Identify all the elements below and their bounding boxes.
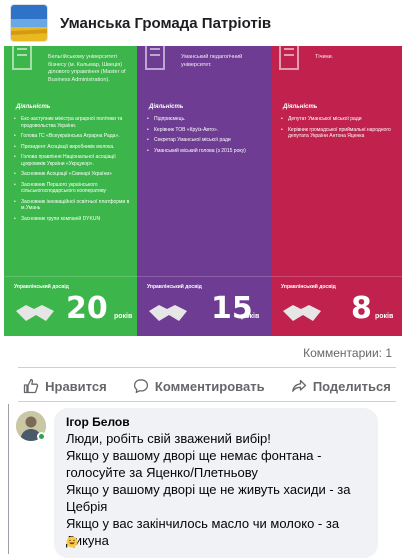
experience-block: Управлінський досвід 15 років bbox=[137, 276, 271, 336]
activity-item: Голова правління Національної асоціації … bbox=[14, 154, 131, 167]
activities-list: Депутат Уманської міської ради Керівник … bbox=[281, 116, 396, 144]
comment: Ігор Белов Люди, робіть свій зважений ви… bbox=[8, 404, 408, 558]
handshake-icon bbox=[283, 305, 321, 321]
handshake-icon bbox=[16, 305, 54, 321]
share-icon bbox=[291, 379, 306, 392]
post-actions-bar: Нравится Комментировать Поделиться bbox=[0, 372, 414, 400]
education-text: Тічини. bbox=[315, 54, 334, 60]
experience-years: 15 bbox=[211, 291, 253, 326]
laughing-emoji-icon bbox=[66, 536, 78, 548]
activities-list: Підприємець. Керівник ТОВ «Круїз-Авто». … bbox=[147, 116, 265, 158]
comments-count-link[interactable]: Комментарии: 1 bbox=[303, 346, 392, 360]
experience-block: Управлінський досвід 20 років bbox=[4, 276, 137, 336]
comment-icon bbox=[133, 379, 148, 394]
share-label: Поделиться bbox=[312, 378, 391, 394]
comment-label: Комментировать bbox=[154, 378, 265, 394]
experience-years: 8 bbox=[351, 291, 372, 326]
activity-item: Уманський міський голова (з 2015 року) bbox=[147, 148, 265, 155]
activity-item: Підприємець. bbox=[147, 116, 265, 123]
activity-item: Голова ГС «Всеукраїнська Аграрна Рада». bbox=[14, 133, 131, 140]
activity-item: Засновник інноваційної освітньої платфор… bbox=[14, 199, 131, 212]
share-button[interactable]: Поделиться bbox=[291, 378, 391, 394]
document-icon bbox=[279, 46, 299, 70]
activity-item: Секретар Уманської міської ради bbox=[147, 137, 265, 144]
candidate-column-1: Бельгійському університеті бізнесу (м. К… bbox=[4, 46, 137, 336]
activities-list: Екс-заступник міністра аграрної політики… bbox=[14, 116, 131, 226]
column-top: Тічини. bbox=[271, 46, 402, 92]
years-label: років bbox=[241, 313, 260, 320]
experience-label: Управлінський досвід bbox=[147, 284, 202, 290]
divider bbox=[18, 367, 396, 368]
like-button[interactable]: Нравится bbox=[23, 378, 107, 394]
handshake-icon bbox=[149, 305, 187, 321]
activity-item: Президент Асоціації виробників молока. bbox=[14, 144, 131, 151]
comment-author[interactable]: Ігор Белов bbox=[66, 414, 366, 430]
section-title: Діяльність bbox=[16, 104, 51, 110]
years-label: років bbox=[114, 313, 133, 320]
comment-text-line: Якщо у вашому дворі ще не живуть хасиди … bbox=[66, 482, 351, 514]
section-title: Діяльність bbox=[149, 104, 184, 110]
candidate-column-3: Тічини. Діяльність Депутат Уманської міс… bbox=[271, 46, 402, 336]
comment-button[interactable]: Комментировать bbox=[133, 378, 265, 394]
education-text: Бельгійському університеті бізнесу (м. К… bbox=[48, 54, 126, 83]
comment-text-line: Люди, робіть свій зважений вибір! bbox=[66, 431, 271, 446]
candidate-column-2: Уманський педагогічний університет. Діял… bbox=[137, 46, 271, 336]
activity-item: Екс-заступник міністра аграрної політики… bbox=[14, 116, 131, 129]
page-name[interactable]: Уманська Громада Патріотів bbox=[60, 15, 271, 32]
thread-line bbox=[8, 404, 9, 554]
education-text: Уманський педагогічний університет. bbox=[181, 54, 243, 68]
column-top: Уманський педагогічний університет. bbox=[137, 46, 271, 92]
activity-item: Керівник ТОВ «Круїз-Авто». bbox=[147, 127, 265, 134]
activity-item: Засновник групи компаній DYKUN bbox=[14, 216, 131, 223]
experience-years: 20 bbox=[66, 291, 108, 326]
divider bbox=[18, 401, 396, 402]
experience-label: Управлінський досвід bbox=[14, 284, 69, 290]
comment-bubble: Ігор Белов Люди, робіть свій зважений ви… bbox=[54, 408, 378, 558]
activity-item: Засновник Першого українського сільськог… bbox=[14, 182, 131, 195]
like-label: Нравится bbox=[45, 378, 107, 394]
section-title: Діяльність bbox=[283, 104, 318, 110]
years-label: років bbox=[375, 313, 394, 320]
document-icon bbox=[12, 46, 32, 70]
experience-block: Управлінський досвід 8 років bbox=[271, 276, 402, 336]
document-icon bbox=[145, 46, 165, 70]
activity-item: Депутат Уманської міської ради bbox=[281, 116, 396, 123]
activity-item: Засновник Асоціації «Свинарі України» bbox=[14, 171, 131, 178]
column-top: Бельгійському університеті бізнесу (м. К… bbox=[4, 46, 137, 92]
comment-text-line: Якщо у вашому дворі ще немає фонтана - г… bbox=[66, 448, 322, 480]
thumbs-up-icon bbox=[23, 378, 39, 394]
page-avatar[interactable] bbox=[10, 4, 48, 42]
comment-text-line: Якщо у вас закінчилось масло чи молоко -… bbox=[66, 516, 340, 548]
experience-label: Управлінський досвід bbox=[281, 284, 336, 290]
online-status-dot bbox=[37, 432, 46, 441]
activity-item: Керівник громадської приймальні народног… bbox=[281, 127, 396, 140]
facebook-post: Уманська Громада Патріотів Бельгійському… bbox=[0, 0, 414, 558]
post-header: Уманська Громада Патріотів bbox=[0, 0, 414, 46]
candidates-infographic[interactable]: Бельгійському університеті бізнесу (м. К… bbox=[4, 46, 402, 336]
